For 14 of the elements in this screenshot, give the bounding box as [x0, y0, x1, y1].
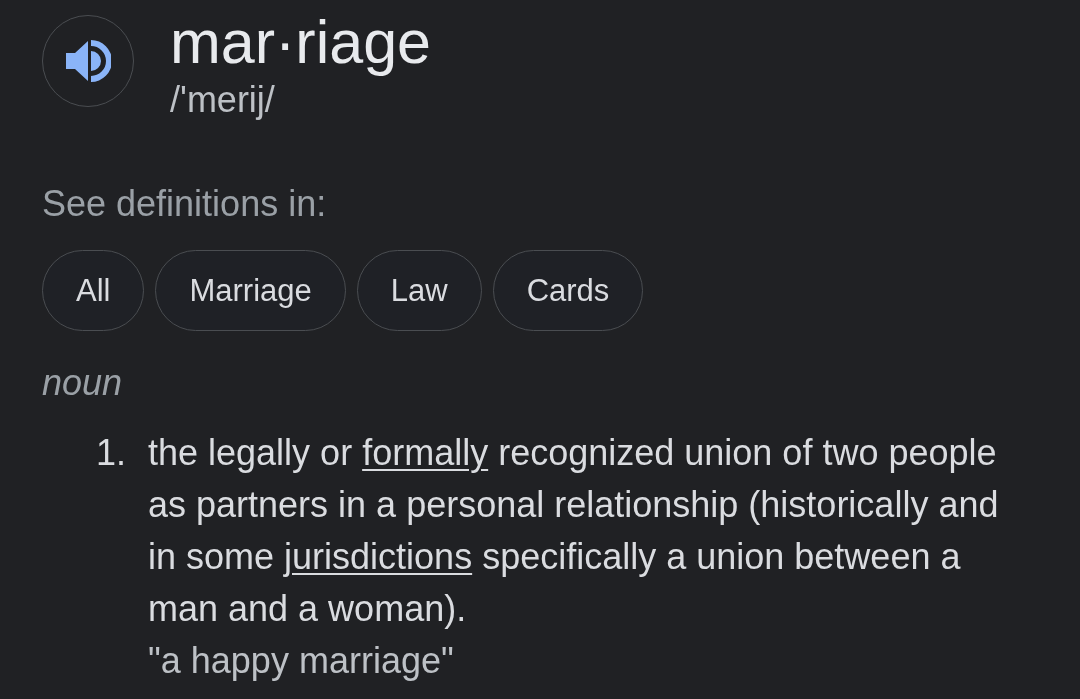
section-label: See definitions in:: [42, 184, 327, 224]
speaker-icon: [65, 40, 111, 82]
part-of-speech: noun: [42, 361, 123, 405]
source-chip[interactable]: Marriage: [155, 250, 346, 331]
pronunciation: /'merij/: [170, 79, 275, 121]
definition-text: the legally or formally recognized union of two people as partners in a personal relationship (historically and in some jurisdictions specifically a union between a man and a woman).: [148, 431, 1000, 631]
word-link[interactable]: formally: [362, 432, 489, 473]
source-chip[interactable]: Law: [356, 250, 482, 331]
word-link[interactable]: jurisdictions: [284, 536, 473, 577]
source-chip[interactable]: Cards: [492, 250, 644, 331]
definition-number: 1.: [96, 431, 128, 475]
source-chip[interactable]: All: [42, 250, 145, 331]
headword: mar·riage: [170, 7, 431, 78]
example-text: "a happy marriage": [148, 639, 454, 683]
